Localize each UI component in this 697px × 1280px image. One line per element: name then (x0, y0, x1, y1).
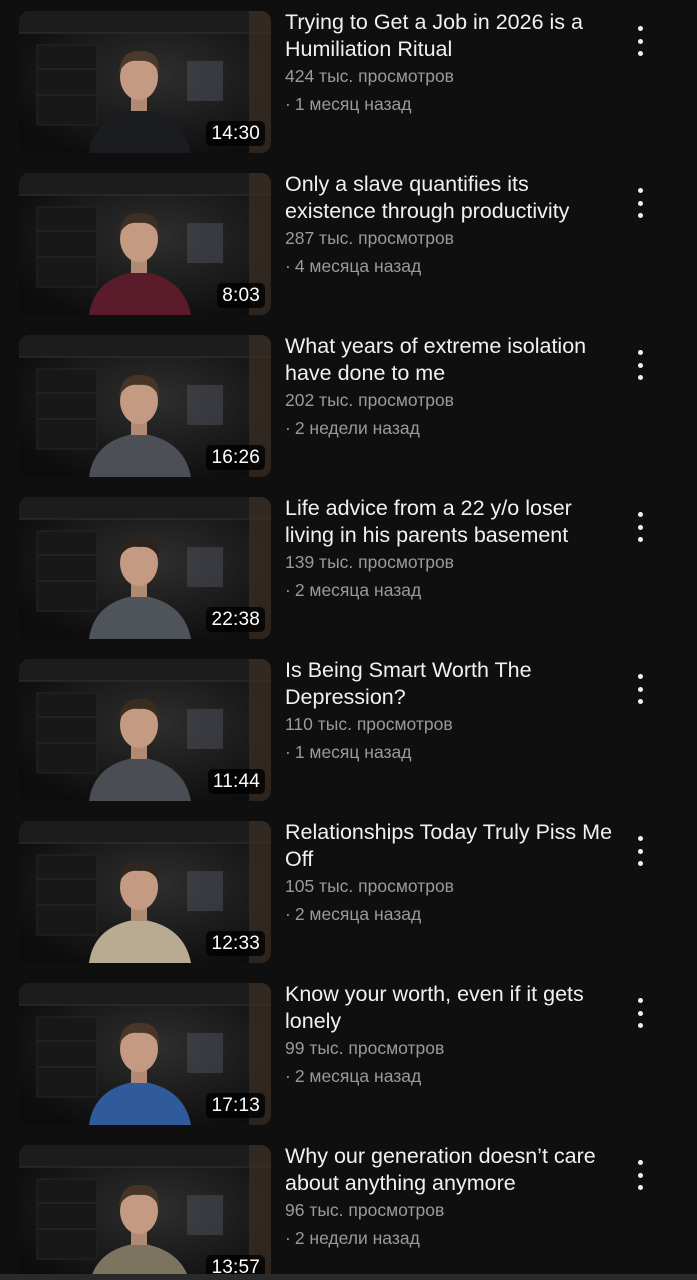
video-title[interactable]: Relationships Today Truly Piss Me Off (285, 819, 615, 873)
video-thumbnail[interactable]: 11:44 (19, 659, 271, 801)
upload-age-label: 1 месяц назад (294, 742, 412, 762)
separator-dot: · (285, 94, 291, 114)
video-title[interactable]: Trying to Get a Job in 2026 is a Humilia… (285, 9, 615, 63)
more-vert-icon[interactable] (628, 350, 652, 380)
duration-badge: 14:30 (206, 121, 265, 146)
video-row[interactable]: 17:13 Know your worth, even if it gets l… (0, 972, 697, 1125)
more-vert-icon[interactable] (628, 998, 652, 1028)
separator-dot: · (285, 742, 291, 762)
duration-badge: 16:26 (206, 445, 265, 470)
upload-age-label: 4 месяца назад (294, 256, 422, 276)
duration-badge: 22:38 (206, 607, 265, 632)
video-row[interactable]: 16:26 What years of extreme isolation ha… (0, 324, 697, 477)
video-thumbnail[interactable]: 16:26 (19, 335, 271, 477)
upload-age: · 2 недели назад (285, 413, 615, 443)
separator-dot: · (285, 1066, 291, 1086)
video-row[interactable]: 22:38 Life advice from a 22 y/o loser li… (0, 486, 697, 639)
upload-age: · 1 месяц назад (285, 89, 615, 119)
view-count: 424 тыс. просмотров (285, 66, 454, 86)
duration-badge: 11:44 (207, 769, 265, 794)
video-thumbnail[interactable]: 14:30 (19, 11, 271, 153)
video-title[interactable]: What years of extreme isolation have don… (285, 333, 615, 387)
upload-age-label: 2 месяца назад (294, 904, 422, 924)
video-info[interactable]: Is Being Smart Worth The Depression? 110… (285, 657, 615, 767)
more-vert-icon[interactable] (628, 836, 652, 866)
upload-age: · 1 месяц назад (285, 737, 615, 767)
separator-dot: · (285, 1228, 291, 1248)
video-title[interactable]: Only a slave quantifies its existence th… (285, 171, 615, 225)
more-vert-icon[interactable] (628, 512, 652, 542)
video-thumbnail[interactable]: 13:57 (19, 1145, 271, 1280)
video-row[interactable]: 12:33 Relationships Today Truly Piss Me … (0, 810, 697, 963)
video-info[interactable]: Relationships Today Truly Piss Me Off 10… (285, 819, 615, 929)
video-thumbnail[interactable]: 8:03 (19, 173, 271, 315)
video-thumbnail[interactable]: 22:38 (19, 497, 271, 639)
video-title[interactable]: Life advice from a 22 y/o loser living i… (285, 495, 615, 549)
separator-dot: · (285, 580, 291, 600)
upload-age-label: 2 недели назад (294, 1228, 420, 1248)
more-vert-icon[interactable] (628, 1160, 652, 1190)
video-info[interactable]: Life advice from a 22 y/o loser living i… (285, 495, 615, 605)
video-row[interactable]: 14:30 Trying to Get a Job in 2026 is a H… (0, 0, 697, 153)
video-info[interactable]: Only a slave quantifies its existence th… (285, 171, 615, 281)
separator-dot: · (285, 418, 291, 438)
upload-age: · 2 месяца назад (285, 1061, 615, 1091)
video-thumbnail[interactable]: 17:13 (19, 983, 271, 1125)
video-title[interactable]: Know your worth, even if it gets lonely (285, 981, 615, 1035)
upload-age-label: 2 месяца назад (294, 1066, 422, 1086)
separator-dot: · (285, 256, 291, 276)
view-count: 139 тыс. просмотров (285, 552, 454, 572)
video-info[interactable]: What years of extreme isolation have don… (285, 333, 615, 443)
view-count: 105 тыс. просмотров (285, 876, 454, 896)
video-info[interactable]: Know your worth, even if it gets lonely … (285, 981, 615, 1091)
video-row[interactable]: 13:57 Why our generation doesn’t care ab… (0, 1134, 697, 1280)
view-count: 287 тыс. просмотров (285, 228, 454, 248)
view-count: 96 тыс. просмотров (285, 1200, 445, 1220)
more-vert-icon[interactable] (628, 188, 652, 218)
more-vert-icon[interactable] (628, 674, 652, 704)
upload-age: · 2 месяца назад (285, 575, 615, 605)
video-title[interactable]: Is Being Smart Worth The Depression? (285, 657, 615, 711)
video-info[interactable]: Why our generation doesn’t care about an… (285, 1143, 615, 1253)
duration-badge: 8:03 (217, 283, 265, 308)
duration-badge: 12:33 (206, 931, 265, 956)
more-vert-icon[interactable] (628, 26, 652, 56)
video-info[interactable]: Trying to Get a Job in 2026 is a Humilia… (285, 9, 615, 119)
video-row[interactable]: 11:44 Is Being Smart Worth The Depressio… (0, 648, 697, 801)
view-count: 99 тыс. просмотров (285, 1038, 445, 1058)
separator-dot: · (285, 904, 291, 924)
duration-badge: 17:13 (206, 1093, 265, 1118)
upload-age-label: 2 недели назад (294, 418, 420, 438)
upload-age-label: 1 месяц назад (294, 94, 412, 114)
video-thumbnail[interactable]: 12:33 (19, 821, 271, 963)
video-feed: 14:30 Trying to Get a Job in 2026 is a H… (0, 0, 697, 1280)
upload-age: · 2 месяца назад (285, 899, 615, 929)
upload-age: · 4 месяца назад (285, 251, 615, 281)
bottom-edge (0, 1274, 697, 1280)
upload-age: · 2 недели назад (285, 1223, 615, 1253)
view-count: 202 тыс. просмотров (285, 390, 454, 410)
upload-age-label: 2 месяца назад (294, 580, 422, 600)
view-count: 110 тыс. просмотров (285, 714, 453, 734)
video-title[interactable]: Why our generation doesn’t care about an… (285, 1143, 615, 1197)
video-row[interactable]: 8:03 Only a slave quantifies its existen… (0, 162, 697, 315)
